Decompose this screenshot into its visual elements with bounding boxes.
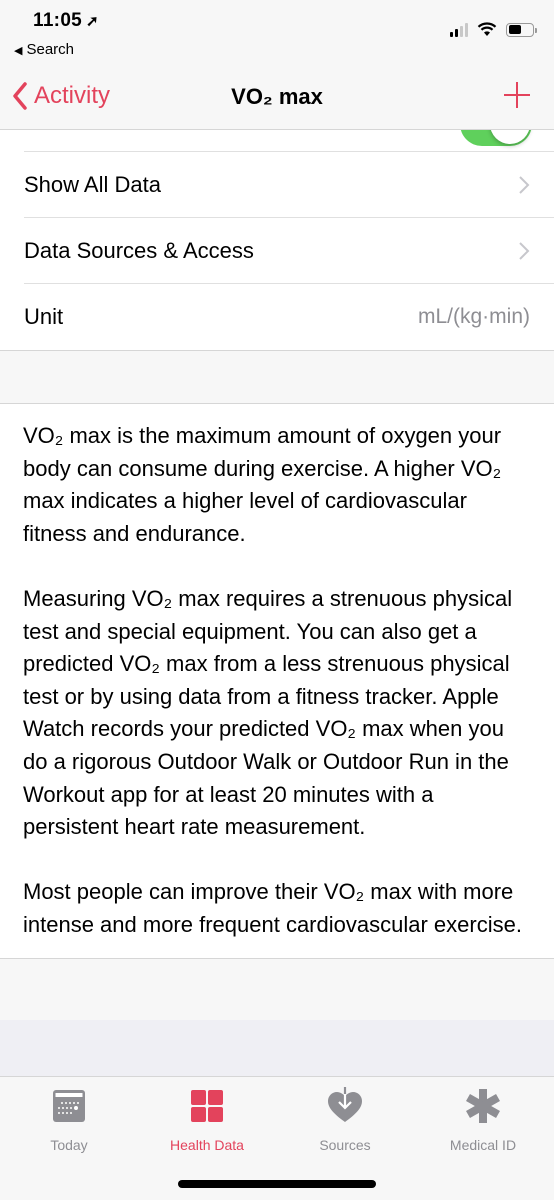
navigation-bar: Activity VO₂ max [0,70,554,130]
wifi-icon [477,22,497,36]
tab-today[interactable]: Today [0,1087,138,1153]
section-spacer [0,350,554,404]
settings-group: Show All Data Data Sources & Access Unit… [0,102,554,350]
section-spacer [0,957,554,1020]
chevron-right-icon [519,176,530,194]
time-text: 11:05 [33,10,83,31]
asterisk-icon [466,1089,500,1123]
battery-icon [506,22,537,37]
data-sources-access-row[interactable]: Data Sources & Access [0,218,554,284]
tab-label: Health Data [170,1137,244,1153]
show-all-data-row[interactable]: Show All Data [0,152,554,218]
description-paragraph: VO₂ max is the maximum amount of oxygen … [23,423,502,546]
home-indicator[interactable] [178,1180,376,1188]
tab-label: Medical ID [449,1137,517,1153]
tab-medical-id[interactable]: Medical ID [414,1087,552,1153]
unit-value: mL/(kg·min) [417,305,530,328]
row-label: Unit [24,304,64,329]
heart-download-icon [328,1087,362,1122]
back-triangle-icon: ◀ [14,45,23,57]
back-app-label: Search [26,41,74,58]
cellular-signal-icon [450,22,468,37]
grid-icon [191,1090,223,1122]
row-label: Show All Data [24,172,161,197]
description-section: VO₂ max is the maximum amount of oxygen … [0,404,554,958]
back-to-app-button[interactable]: ◀ Search [14,41,74,58]
tab-label: Today [50,1137,88,1153]
system-icons [450,22,537,37]
status-bar: 11:05 ➚ ◀ Search [0,0,554,70]
chevron-right-icon [519,242,530,260]
page-title: VO₂ max [231,84,323,109]
description-paragraph: Most people can improve their VO₂ max wi… [23,879,522,937]
tab-bar: Today Health Data Sources Medical ID [0,1076,554,1200]
tab-health-data[interactable]: Health Data [138,1087,276,1153]
content-scroll[interactable]: Show All Data Data Sources & Access Unit… [0,102,554,1020]
favorites-toggle-row [24,102,554,152]
description-paragraph: Measuring VO₂ max requires a strenuous p… [23,585,513,840]
plus-icon[interactable] [504,82,530,108]
unit-row[interactable]: Unit mL/(kg·min) [0,284,554,350]
calendar-icon [53,1090,85,1122]
location-arrow-icon: ➚ [86,13,99,30]
status-time: 11:05 ➚ [33,10,99,32]
tab-sources[interactable]: Sources [276,1087,414,1153]
tab-label: Sources [319,1137,371,1153]
row-label: Data Sources & Access [24,238,254,263]
